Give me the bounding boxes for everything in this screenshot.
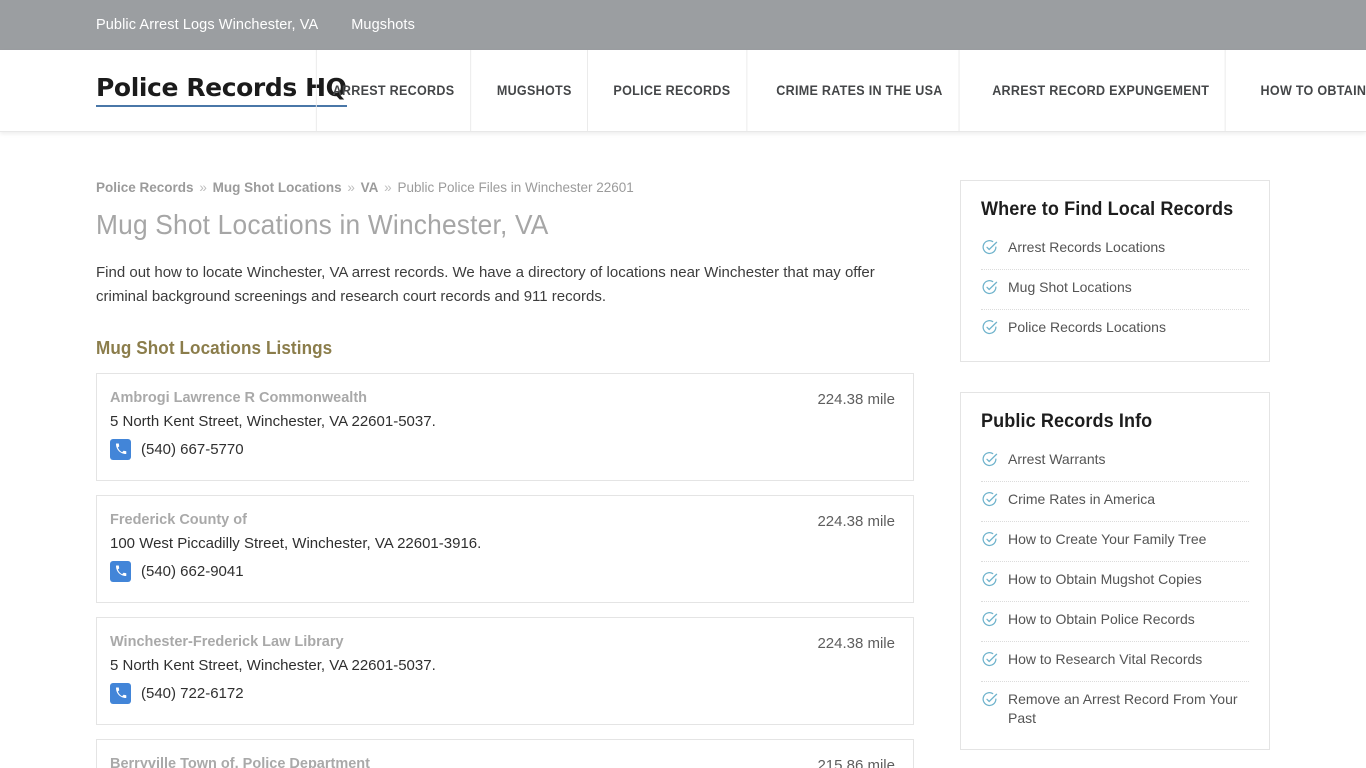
- listing-distance: 215.86 mile: [817, 756, 895, 768]
- breadcrumb-item-current: Public Police Files in Winchester 22601: [397, 180, 634, 195]
- main-navigation: ARREST RECORDS MUGSHOTS POLICE RECORDS C…: [310, 50, 1366, 131]
- list-item[interactable]: Arrest Warrants: [981, 442, 1249, 482]
- check-circle-icon: [981, 531, 998, 553]
- nav-item-arrest-record-expungement[interactable]: ARREST RECORD EXPUNGEMENT: [976, 50, 1226, 131]
- list-item-label[interactable]: Crime Rates in America: [1008, 490, 1155, 509]
- listing-phone-row: (540) 667-5770: [110, 438, 817, 460]
- widget-list: Arrest Records Locations Mug Shot Locati…: [981, 230, 1249, 349]
- widget-list: Arrest Warrants Crime Rates in America H…: [981, 442, 1249, 737]
- listing-name[interactable]: Berryville Town of, Police Department: [110, 756, 817, 768]
- list-item[interactable]: Remove an Arrest Record From Your Past: [981, 682, 1249, 737]
- widget-public-records-info: Public Records Info Arrest Warrants Crim…: [960, 392, 1270, 750]
- list-item-label[interactable]: Mug Shot Locations: [1008, 278, 1132, 297]
- list-item[interactable]: How to Research Vital Records: [981, 642, 1249, 682]
- nav-item-how-to-obtain-public-records[interactable]: HOW TO OBTAIN PUBLIC RECORDS: [1245, 50, 1366, 131]
- listing-phone[interactable]: (540) 667-5770: [141, 441, 244, 458]
- listing-details: Berryville Town of, Police Department 23…: [110, 756, 817, 768]
- phone-icon: [110, 560, 131, 582]
- listing-details: Ambrogi Lawrence R Commonwealth 5 North …: [110, 390, 817, 460]
- intro-paragraph: Find out how to locate Winchester, VA ar…: [96, 264, 875, 306]
- check-circle-icon: [981, 611, 998, 633]
- list-item-label[interactable]: How to Create Your Family Tree: [1008, 530, 1206, 549]
- list-item[interactable]: Arrest Records Locations: [981, 230, 1249, 270]
- topbar-link-mugshots[interactable]: Mugshots: [351, 17, 415, 33]
- listing-distance: 224.38 mile: [817, 512, 895, 530]
- breadcrumb-item-mug-shot-locations[interactable]: Mug Shot Locations: [213, 180, 342, 195]
- check-circle-icon: [981, 571, 998, 593]
- list-item-label[interactable]: Remove an Arrest Record From Your Past: [1008, 690, 1249, 729]
- site-header: Police Records HQ ARREST RECORDS MUGSHOT…: [0, 50, 1366, 132]
- breadcrumb-separator: »: [384, 180, 392, 195]
- phone-icon: [110, 682, 131, 704]
- list-item[interactable]: Crime Rates in America: [981, 482, 1249, 522]
- listing-name[interactable]: Frederick County of: [110, 512, 817, 528]
- page-body: Police Records » Mug Shot Locations » VA…: [0, 132, 1366, 768]
- listing-name[interactable]: Ambrogi Lawrence R Commonwealth: [110, 390, 817, 406]
- check-circle-icon: [981, 239, 998, 261]
- nav-item-police-records[interactable]: POLICE RECORDS: [598, 50, 748, 131]
- check-circle-icon: [981, 651, 998, 673]
- nav-item-arrest-records[interactable]: ARREST RECORDS: [315, 50, 472, 131]
- list-item-label[interactable]: How to Obtain Mugshot Copies: [1008, 570, 1202, 589]
- check-circle-icon: [981, 691, 998, 713]
- check-circle-icon: [981, 319, 998, 341]
- breadcrumb-separator: »: [199, 180, 207, 195]
- sidebar: Where to Find Local Records Arrest Recor…: [960, 180, 1270, 768]
- listing-card: Frederick County of 100 West Piccadilly …: [96, 494, 914, 603]
- listing-card: Winchester-Frederick Law Library 5 North…: [96, 616, 914, 725]
- list-item[interactable]: How to Obtain Mugshot Copies: [981, 562, 1249, 602]
- listing-phone-row: (540) 662-9041: [110, 560, 817, 582]
- listing-phone[interactable]: (540) 722-6172: [141, 685, 244, 702]
- check-circle-icon: [981, 451, 998, 473]
- listing-phone[interactable]: (540) 662-9041: [141, 563, 244, 580]
- topbar-link-public-arrest-logs[interactable]: Public Arrest Logs Winchester, VA: [96, 17, 318, 33]
- list-item[interactable]: How to Obtain Police Records: [981, 602, 1249, 642]
- phone-icon: [110, 438, 131, 460]
- check-circle-icon: [981, 491, 998, 513]
- listing-address: 5 North Kent Street, Winchester, VA 2260…: [110, 656, 436, 674]
- site-logo[interactable]: Police Records HQ: [96, 74, 347, 108]
- check-circle-icon: [981, 279, 998, 301]
- list-item[interactable]: How to Create Your Family Tree: [981, 522, 1249, 562]
- listing-details: Winchester-Frederick Law Library 5 North…: [110, 634, 817, 704]
- listing-details: Frederick County of 100 West Piccadilly …: [110, 512, 817, 582]
- breadcrumb-separator: »: [347, 180, 355, 195]
- listing-card: Ambrogi Lawrence R Commonwealth 5 North …: [96, 372, 914, 481]
- nav-item-crime-rates-in-the-usa[interactable]: CRIME RATES IN THE USA: [761, 50, 960, 131]
- listings-heading: Mug Shot Locations Listings: [96, 337, 333, 358]
- list-item-label[interactable]: How to Obtain Police Records: [1008, 610, 1195, 629]
- widget-where-to-find-local-records: Where to Find Local Records Arrest Recor…: [960, 180, 1270, 362]
- list-item-label[interactable]: Arrest Warrants: [1008, 450, 1106, 469]
- listing-phone-row: (540) 722-6172: [110, 682, 817, 704]
- listing-name[interactable]: Winchester-Frederick Law Library: [110, 634, 817, 650]
- list-item-label[interactable]: Police Records Locations: [1008, 318, 1166, 337]
- nav-item-mugshots[interactable]: MUGSHOTS: [481, 50, 589, 131]
- breadcrumb: Police Records » Mug Shot Locations » VA…: [96, 180, 914, 195]
- list-item-label[interactable]: Arrest Records Locations: [1008, 238, 1165, 257]
- breadcrumb-item-police-records[interactable]: Police Records: [96, 180, 194, 195]
- listing-address: 100 West Piccadilly Street, Winchester, …: [110, 534, 482, 552]
- listing-address: 5 North Kent Street, Winchester, VA 2260…: [110, 412, 436, 430]
- top-utility-bar: Public Arrest Logs Winchester, VA Mugsho…: [0, 0, 1366, 50]
- listing-distance: 224.38 mile: [817, 390, 895, 408]
- widget-title: Public Records Info: [981, 411, 1153, 432]
- breadcrumb-item-va[interactable]: VA: [361, 180, 379, 195]
- listing-card: Berryville Town of, Police Department 23…: [96, 738, 914, 768]
- listing-distance: 224.38 mile: [817, 634, 895, 652]
- page-title: Mug Shot Locations in Winchester, VA: [96, 209, 549, 240]
- list-item[interactable]: Mug Shot Locations: [981, 270, 1249, 310]
- logo-container: Police Records HQ: [0, 50, 347, 131]
- widget-title: Where to Find Local Records: [981, 199, 1234, 220]
- list-item-label[interactable]: How to Research Vital Records: [1008, 650, 1202, 669]
- list-item[interactable]: Police Records Locations: [981, 310, 1249, 349]
- main-content: Police Records » Mug Shot Locations » VA…: [96, 180, 914, 768]
